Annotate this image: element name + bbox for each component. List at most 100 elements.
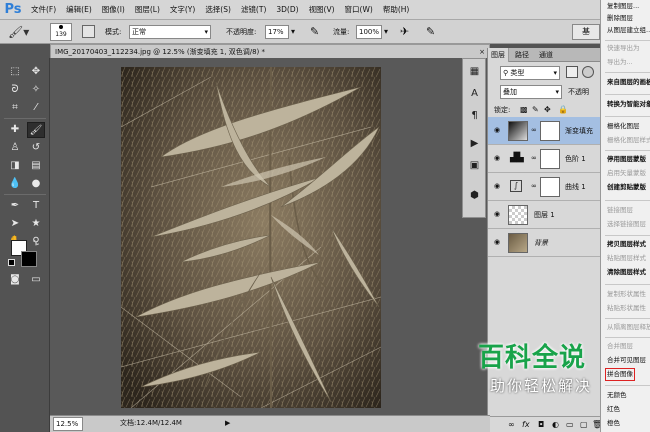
pressure-opacity-icon[interactable]: ✎ <box>310 24 319 40</box>
layer-row[interactable]: ◉ 背景 <box>488 229 601 257</box>
menu-item-duplicate-layer[interactable]: 复制图层... <box>607 2 639 11</box>
new-group-icon[interactable]: ▭ <box>566 417 574 432</box>
zoom-level[interactable]: 12.5% <box>53 417 83 431</box>
properties-panel-icon[interactable]: ▣ <box>466 157 483 174</box>
menu-item-create-clipping-mask[interactable]: 创建剪贴蒙版 <box>607 183 646 192</box>
clone-stamp-tool-icon[interactable]: ♙ <box>6 140 24 156</box>
opacity-input[interactable]: 17% <box>265 25 289 39</box>
3d-panel-icon[interactable]: ⬢ <box>466 187 483 204</box>
pen-tool-icon[interactable]: ✒ <box>6 198 24 214</box>
healing-brush-tool-icon[interactable]: ✚ <box>6 122 24 138</box>
menu-filter[interactable]: 滤镜(T) <box>236 0 271 20</box>
layer-row[interactable]: ◉ ▟▙ ∞ 色阶 1 <box>488 145 601 173</box>
menu-item-artboard-from-layers[interactable]: 来自图层的画板... <box>607 78 650 87</box>
menu-item-disable-mask[interactable]: 停用图层蒙版 <box>607 155 646 164</box>
blend-mode-select[interactable]: 叠加 ▾ <box>500 85 562 99</box>
layer-row[interactable]: ◉ ∫ ∞ 曲线 1 <box>488 173 601 201</box>
eye-icon[interactable]: ◉ <box>492 210 502 219</box>
menu-help[interactable]: 帮助(H) <box>378 0 415 20</box>
background-color-swatch[interactable] <box>21 251 37 267</box>
lock-all-icon[interactable]: 🔒 <box>558 104 568 116</box>
lasso-tool-icon[interactable]: ᘐ <box>6 82 24 98</box>
flow-input[interactable]: 100% <box>356 25 382 39</box>
menu-view[interactable]: 视图(V) <box>304 0 340 20</box>
type-tool-icon[interactable]: T <box>27 198 45 214</box>
adjustment-layer-icon[interactable]: ◐ <box>552 417 559 432</box>
shape-tool-icon[interactable]: ★ <box>27 216 45 232</box>
menu-3d[interactable]: 3D(D) <box>271 0 303 20</box>
tab-layers[interactable]: 图层 <box>488 48 509 62</box>
opacity-dropdown-icon[interactable]: ▾ <box>291 25 295 39</box>
eraser-tool-icon[interactable]: ◨ <box>6 158 24 174</box>
layer-kind-filter[interactable]: ⚲ 类型 ▾ <box>500 66 560 80</box>
menu-select[interactable]: 选择(S) <box>200 0 236 20</box>
pressure-size-icon[interactable]: ✎ <box>426 24 435 40</box>
eyedropper-tool-icon[interactable]: ⁄ <box>27 100 45 116</box>
new-layer-icon[interactable]: ▢ <box>580 417 588 432</box>
bamboo-photo[interactable] <box>121 67 381 408</box>
brush-tool-icon[interactable]: 🖌 <box>27 122 45 138</box>
eye-icon[interactable]: ◉ <box>492 182 502 191</box>
menu-item-copy-style[interactable]: 拷贝图层样式 <box>607 240 646 249</box>
filter-adjustment-icon[interactable] <box>582 66 594 78</box>
document-tab[interactable]: IMG_20170403_112234.jpg @ 12.5% (渐变填充 1,… <box>50 44 490 58</box>
lock-transparent-icon[interactable]: ▩ <box>520 104 528 116</box>
tab-channels[interactable]: 通道 <box>536 48 556 62</box>
workspace-button[interactable]: 基 <box>572 24 600 40</box>
flow-dropdown-icon[interactable]: ▾ <box>384 25 388 39</box>
blur-tool-icon[interactable]: 💧 <box>6 176 24 192</box>
quick-mask-icon[interactable]: ◙ <box>6 272 24 288</box>
menu-file[interactable]: 文件(F) <box>26 0 61 20</box>
link-layers-icon[interactable]: ∞ <box>508 417 515 432</box>
link-icon: ∞ <box>531 126 537 134</box>
brush-size-picker[interactable]: 139 <box>50 23 72 41</box>
menu-item-group-from-layers[interactable]: 从图层建立组... <box>607 26 650 35</box>
status-arrow-icon[interactable]: ▶ <box>225 416 230 431</box>
history-brush-tool-icon[interactable]: ↺ <box>27 140 45 156</box>
lock-position-icon[interactable]: ✥ <box>544 104 551 116</box>
menu-item-delete-layer[interactable]: 删除图层 <box>607 14 633 23</box>
toolbox: ⬚ ✥ ᘐ ✧ ⌗ ⁄ ✚ 🖌 ♙ ↺ ◨ ▤ 💧 ● ✒ T ➤ ★ ✋ ⚲ … <box>0 58 50 432</box>
eye-icon[interactable]: ◉ <box>492 238 502 247</box>
history-panel-icon[interactable]: ▦ <box>466 63 483 80</box>
brush-panel-icon[interactable] <box>82 25 95 38</box>
move-tool-icon[interactable]: ✥ <box>27 64 45 80</box>
canvas-area[interactable] <box>50 58 490 415</box>
mode-label: 模式: <box>105 28 122 36</box>
eye-icon[interactable]: ◉ <box>492 126 502 135</box>
tab-paths[interactable]: 路径 <box>512 48 532 62</box>
menu-item-rasterize-layer[interactable]: 栅格化图层 <box>607 122 640 131</box>
crop-tool-icon[interactable]: ⌗ <box>6 100 24 116</box>
screen-mode-icon[interactable]: ▭ <box>27 272 45 288</box>
eye-icon[interactable]: ◉ <box>492 154 502 163</box>
dodge-tool-icon[interactable]: ● <box>27 176 45 192</box>
quick-select-tool-icon[interactable]: ✧ <box>27 82 45 98</box>
gradient-tool-icon[interactable]: ▤ <box>27 158 45 174</box>
mode-select[interactable]: 正常 ▾ <box>129 25 211 39</box>
filter-pixel-icon[interactable] <box>566 66 578 78</box>
layer-row[interactable]: ◉ ∞ 渐变填充 <box>488 117 601 145</box>
brush-tool-preset-icon[interactable]: 🖌▾ <box>8 24 34 40</box>
menu-item-select-linked: 选择链接图层 <box>607 220 646 228</box>
add-mask-icon[interactable]: ◘ <box>538 417 544 432</box>
menu-layer[interactable]: 图层(L) <box>130 0 165 20</box>
menu-item-orange[interactable]: 橙色 <box>607 419 620 428</box>
menu-window[interactable]: 窗口(W) <box>340 0 378 20</box>
airbrush-icon[interactable]: ✈ <box>400 24 409 40</box>
fx-icon[interactable]: fx <box>522 417 530 432</box>
marquee-tool-icon[interactable]: ⬚ <box>6 64 24 80</box>
path-select-tool-icon[interactable]: ➤ <box>6 216 24 232</box>
close-icon[interactable]: × <box>479 45 485 59</box>
swap-colors-icon[interactable]: ⤡ <box>33 239 39 248</box>
default-colors-icon[interactable] <box>8 259 15 266</box>
lock-image-icon[interactable]: ✎ <box>532 104 539 116</box>
menu-image[interactable]: 图像(I) <box>97 0 130 20</box>
actions-panel-icon[interactable]: ▶ <box>466 135 483 152</box>
menu-edit[interactable]: 编辑(E) <box>61 0 97 20</box>
layer-row[interactable]: ◉ 图层 1 <box>488 201 601 229</box>
menu-item-clear-style[interactable]: 清除图层样式 <box>607 268 646 277</box>
paragraph-panel-icon[interactable]: ¶ <box>466 107 483 124</box>
character-panel-icon[interactable]: A <box>466 85 483 102</box>
menu-item-convert-smart-object[interactable]: 转换为智能对象 <box>607 100 650 109</box>
menu-type[interactable]: 文字(Y) <box>165 0 200 20</box>
